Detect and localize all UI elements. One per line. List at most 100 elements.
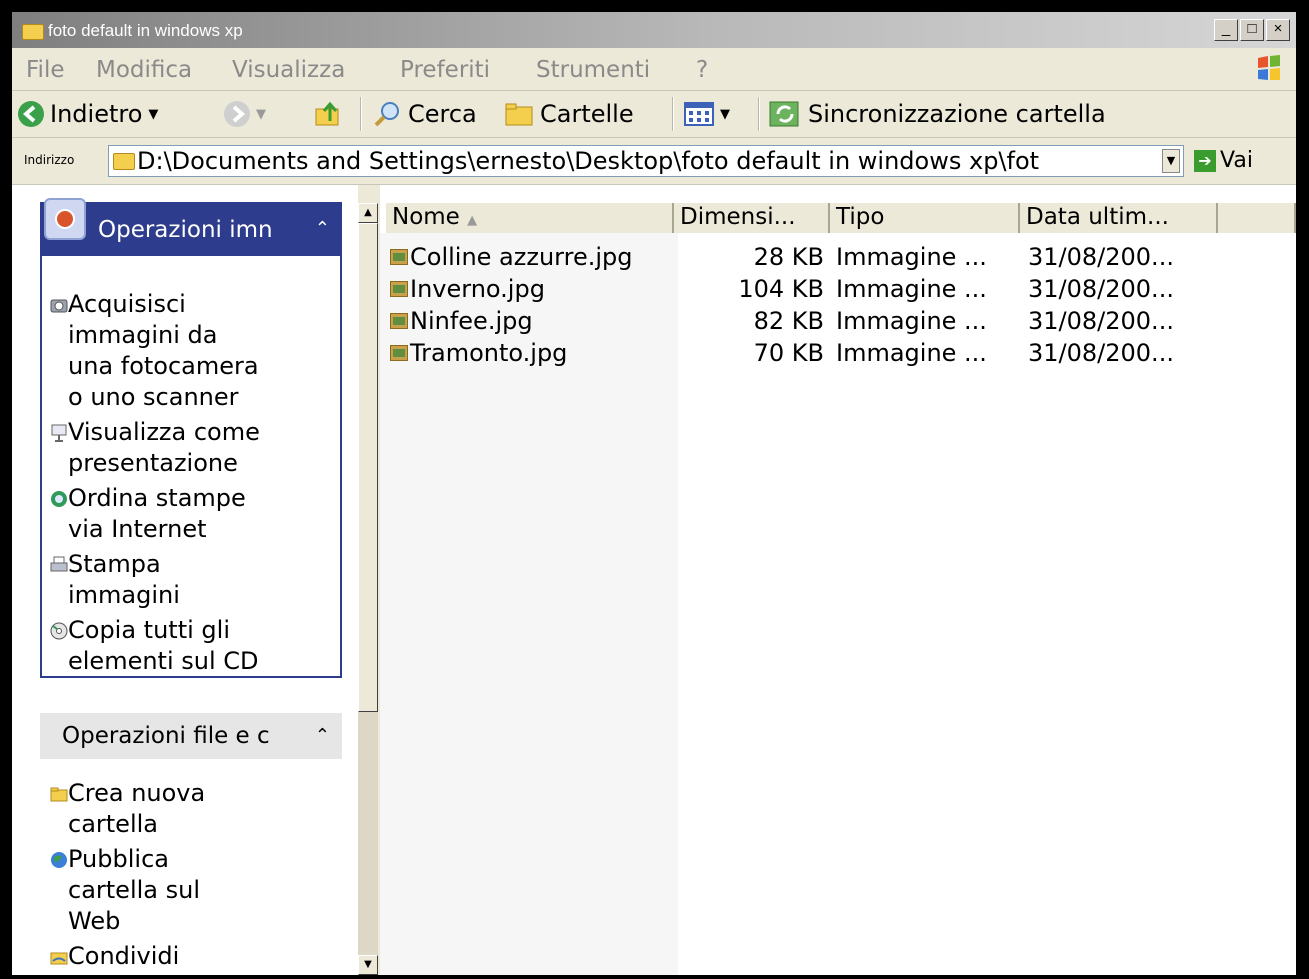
menu-help[interactable]: ? — [696, 57, 708, 83]
task-link-line: immagini — [68, 581, 180, 609]
search-icon — [374, 102, 399, 127]
title-bar[interactable]: foto default in windows xp _ □ × — [12, 12, 1296, 48]
up-folder-button[interactable] — [314, 98, 344, 130]
maximize-button[interactable]: □ — [1240, 19, 1264, 41]
file-size: 70 KB — [753, 339, 824, 367]
column-header-empty[interactable] — [1218, 203, 1296, 233]
file-name: Inverno.jpg — [410, 275, 545, 303]
column-header-date[interactable]: Data ultim... — [1020, 203, 1218, 233]
folders-icon — [505, 103, 533, 126]
file-name: Ninfee.jpg — [410, 307, 533, 335]
image-tasks-header[interactable]: Operazioni imn ⌃ — [42, 198, 340, 256]
sort-ascending-icon: ▲ — [467, 213, 478, 228]
globe-icon — [50, 851, 67, 868]
pictures-icon — [44, 198, 86, 240]
chevron-down-icon: ▼ — [720, 106, 730, 122]
file-type: Immagine ... — [836, 275, 987, 303]
back-arrow-icon — [18, 101, 44, 127]
folders-button[interactable]: Cartelle — [504, 98, 634, 130]
scroll-up-button[interactable]: ▲ — [358, 203, 378, 223]
task-link[interactable]: Visualizza come presentazione — [68, 417, 260, 479]
task-link[interactable]: Acquisisci immagini da una fotocamera o uno… — [68, 289, 259, 413]
task-link-line: Web — [68, 907, 121, 935]
file-name: Tramonto.jpg — [410, 339, 568, 367]
task-link-line: Visualizza come — [68, 418, 260, 446]
go-label: Vai — [1220, 148, 1253, 173]
file-row[interactable]: Ninfee.jpg 82 KB Immagine ... 31/08/200... — [380, 305, 1296, 337]
scroll-down-button[interactable]: ▼ — [358, 955, 378, 975]
menu-visualizza[interactable]: Visualizza — [232, 57, 345, 83]
menu-file[interactable]: File — [26, 57, 65, 83]
task-link-line: Pubblica — [68, 845, 169, 873]
file-size: 104 KB — [738, 275, 824, 303]
column-header-size[interactable]: Dimensi... — [674, 203, 830, 233]
file-row[interactable]: Colline azzurre.jpg 28 KB Immagine ... 31/0… — [380, 241, 1296, 273]
file-name: Colline azzurre.jpg — [410, 243, 633, 271]
file-size: 82 KB — [753, 307, 824, 335]
task-link[interactable]: Condividi — [68, 941, 179, 972]
task-link-line: Stampa — [68, 550, 161, 578]
task-link-line: Copia tutti gli — [68, 616, 230, 644]
address-text: D:\Documents and Settings\ernesto\Deskto… — [137, 147, 1040, 175]
file-size: 28 KB — [753, 243, 824, 271]
collapse-chevron-icon[interactable]: ⌃ — [315, 725, 330, 746]
task-link[interactable]: Stampa immagini — [68, 549, 180, 611]
cd-icon — [50, 622, 68, 640]
jpg-file-icon — [390, 281, 408, 297]
chevron-down-icon: ▼ — [148, 106, 159, 122]
forward-arrow-icon — [224, 101, 250, 127]
jpg-file-icon — [390, 345, 408, 361]
folder-icon — [113, 153, 135, 170]
image-tasks-title: Operazioni imn — [98, 217, 273, 243]
task-link[interactable]: Crea nuova cartella — [68, 778, 205, 840]
up-folder-icon — [315, 101, 339, 126]
camera-icon — [50, 296, 68, 313]
file-tasks-title: Operazioni file e c — [62, 723, 270, 749]
minimize-button[interactable]: _ — [1214, 19, 1238, 41]
task-link-line: elementi sul CD — [68, 647, 259, 675]
chevron-down-icon: ▼ — [256, 106, 266, 122]
collapse-chevron-icon[interactable]: ⌃ — [315, 218, 330, 239]
column-header-name[interactable]: Nome ▲ — [386, 203, 674, 233]
file-row[interactable]: Tramonto.jpg 70 KB Immagine ... 31/08/200..… — [380, 337, 1296, 369]
task-link-line: una fotocamera — [68, 352, 259, 380]
file-tasks-header[interactable]: Operazioni file e c ⌃ — [40, 713, 342, 759]
task-link[interactable]: Copia tutti gli elementi sul CD — [68, 615, 259, 677]
column-header-type[interactable]: Tipo — [830, 203, 1020, 233]
task-link[interactable]: Ordina stampe via Internet — [68, 483, 246, 545]
forward-button[interactable]: ▼ — [224, 98, 266, 130]
views-button[interactable]: ▼ — [684, 98, 730, 130]
address-dropdown-button[interactable]: ▼ — [1162, 149, 1180, 173]
task-pane-scrollbar[interactable]: ▲ ▼ — [358, 203, 378, 975]
back-button[interactable]: Indietro ▼ — [18, 98, 158, 130]
views-icon — [684, 102, 714, 126]
menu-strumenti[interactable]: Strumenti — [536, 57, 650, 83]
task-link[interactable]: Pubblica cartella sul Web — [68, 844, 200, 937]
menu-preferiti[interactable]: Preferiti — [400, 57, 490, 83]
folders-label: Cartelle — [540, 100, 634, 128]
sync-label: Sincronizzazione cartella — [808, 100, 1106, 128]
explorer-window: foto default in windows xp _ □ × File Mo… — [12, 12, 1296, 975]
address-bar: Indirizzo D:\Documents and Settings\erne… — [12, 138, 1296, 185]
go-button[interactable]: ➔ Vai — [1194, 148, 1253, 173]
sync-icon — [769, 101, 799, 127]
file-row[interactable]: Inverno.jpg 104 KB Immagine ... 31/08/200..… — [380, 273, 1296, 305]
search-button[interactable]: Cerca — [372, 98, 477, 130]
address-input[interactable]: D:\Documents and Settings\ernesto\Deskto… — [108, 145, 1184, 177]
sync-folder-button[interactable]: Sincronizzazione cartella — [768, 98, 1106, 130]
new-folder-icon — [50, 785, 68, 802]
task-link-line: Condividi — [68, 942, 180, 970]
close-button[interactable]: × — [1266, 19, 1290, 41]
menu-modifica[interactable]: Modifica — [96, 57, 192, 83]
go-arrow-icon: ➔ — [1194, 149, 1216, 172]
task-link-line: presentazione — [68, 449, 238, 477]
task-link-line: cartella — [68, 810, 158, 838]
scroll-thumb[interactable] — [358, 223, 378, 712]
task-link-line: Crea nuova — [68, 779, 206, 807]
task-link-line: via Internet — [68, 515, 207, 543]
file-list: Nome ▲ Dimensi... Tipo Data ultim... Col… — [380, 185, 1296, 975]
jpg-file-icon — [390, 313, 408, 329]
file-date: 31/08/200... — [1028, 275, 1174, 303]
folder-icon — [22, 24, 44, 40]
menu-bar: File Modifica Visualizza Preferiti Strum… — [12, 48, 1296, 91]
